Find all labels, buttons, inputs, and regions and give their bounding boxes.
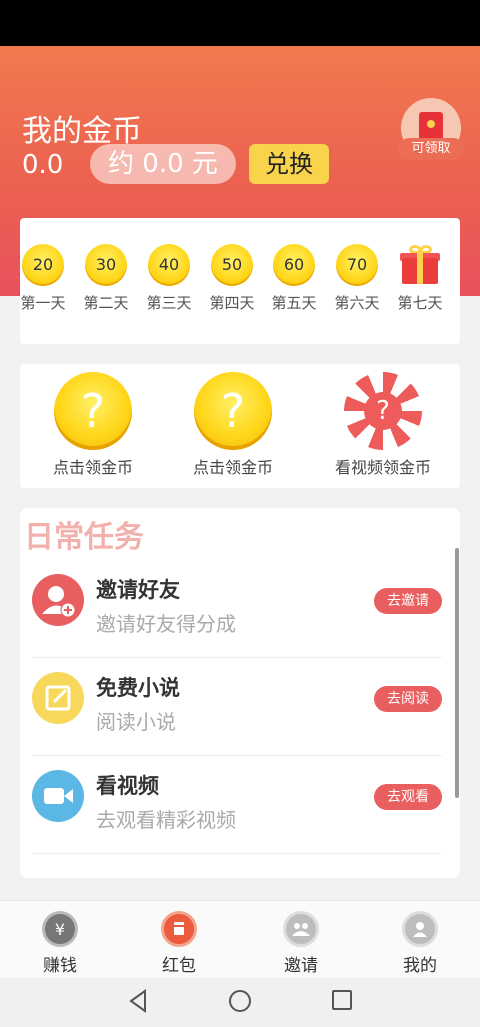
coin-icon: 20 xyxy=(22,244,64,286)
day-label: 第六天 xyxy=(334,294,380,312)
tab-earn[interactable]: ¥ 赚钱 xyxy=(20,911,100,976)
day-label: 第五天 xyxy=(271,294,317,312)
tap-coin-2[interactable]: ? 点击领金币 xyxy=(163,372,303,478)
task-desc: 邀请好友得分成 xyxy=(96,612,236,636)
coin-balance: 0.0 xyxy=(22,150,64,180)
tab-label: 我的 xyxy=(403,956,437,976)
question-coin-icon: ? xyxy=(54,372,132,450)
tab-label: 红包 xyxy=(162,956,196,976)
gift-icon xyxy=(400,244,440,286)
task-desc: 阅读小说 xyxy=(96,710,176,734)
add-user-icon xyxy=(32,574,84,626)
checkin-day-5[interactable]: 60 第五天 xyxy=(264,244,324,313)
yuan-icon: ¥ xyxy=(42,911,78,947)
coin-icon: 70 xyxy=(336,244,378,286)
system-navbar xyxy=(0,978,480,1027)
video-icon xyxy=(32,770,84,822)
status-bar xyxy=(0,0,480,46)
coin-icon: 40 xyxy=(148,244,190,286)
tab-red-packet[interactable]: 红包 xyxy=(139,911,219,976)
checkin-day-4[interactable]: 50 第四天 xyxy=(202,244,262,313)
question-coin-icon: ? xyxy=(194,372,272,450)
checkin-card: 20 第一天 30 第二天 40 第三天 50 第四天 60 第五天 70 第六… xyxy=(20,218,460,344)
checkin-day-2[interactable]: 30 第二天 xyxy=(76,244,136,313)
profile-icon xyxy=(402,911,438,947)
coin-icon: 60 xyxy=(273,244,315,286)
task-novel[interactable]: 免费小说 阅读小说 去阅读 xyxy=(32,658,442,756)
task-desc: 去观看精彩视频 xyxy=(96,808,236,832)
video-coin[interactable]: ? 看视频领金币 xyxy=(313,372,453,478)
home-icon[interactable] xyxy=(229,990,251,1012)
tab-invite[interactable]: 邀请 xyxy=(261,911,341,976)
edit-icon xyxy=(32,672,84,724)
tasks-title: 日常任务 xyxy=(24,520,144,555)
checkin-day-3[interactable]: 40 第三天 xyxy=(139,244,199,313)
tab-label: 邀请 xyxy=(284,956,318,976)
invite-button[interactable]: 去邀请 xyxy=(374,588,442,614)
read-button[interactable]: 去阅读 xyxy=(374,686,442,712)
back-icon[interactable] xyxy=(127,988,149,1018)
day-label: 第四天 xyxy=(209,294,255,312)
coin-label: 看视频领金币 xyxy=(334,458,431,477)
red-packet-icon xyxy=(161,911,197,947)
exchange-button[interactable]: 兑换 xyxy=(249,144,329,184)
question-glyph: ? xyxy=(364,392,402,430)
tap-coin-1[interactable]: ? 点击领金币 xyxy=(23,372,163,478)
coin-label: 点击领金币 xyxy=(192,458,273,477)
cny-value-pill: 约 0.0 元 xyxy=(90,144,236,184)
scrollbar[interactable] xyxy=(455,548,459,798)
checkin-day-7[interactable]: 第七天 xyxy=(390,244,450,313)
checkin-day-1[interactable]: 20 第一天 xyxy=(13,244,73,313)
task-name: 免费小说 xyxy=(96,676,180,700)
coins-card: ? 点击领金币 ? 点击领金币 ? 看视频领金币 xyxy=(20,364,460,488)
coin-icon: 30 xyxy=(85,244,127,286)
recent-apps-icon[interactable] xyxy=(332,990,352,1010)
task-name: 看视频 xyxy=(96,774,159,798)
day-label: 第三天 xyxy=(146,294,192,312)
day-label: 第一天 xyxy=(20,294,66,312)
bottom-tabbar: ¥ 赚钱 红包 邀请 我的 xyxy=(0,900,480,978)
day-label: 第七天 xyxy=(397,294,443,312)
watch-button[interactable]: 去观看 xyxy=(374,784,442,810)
coin-icon: 50 xyxy=(211,244,253,286)
tab-me[interactable]: 我的 xyxy=(380,911,460,976)
coin-label: 点击领金币 xyxy=(52,458,133,477)
task-name: 邀请好友 xyxy=(96,578,180,602)
wheel-icon: ? xyxy=(344,372,422,450)
svg-text:¥: ¥ xyxy=(55,920,65,939)
task-video[interactable]: 看视频 去观看精彩视频 去观看 xyxy=(32,756,442,854)
claim-badge[interactable]: 可领取 xyxy=(398,138,464,160)
group-icon xyxy=(283,911,319,947)
checkin-day-6[interactable]: 70 第六天 xyxy=(327,244,387,313)
daily-tasks-card: 日常任务 邀请好友 邀请好友得分成 去邀请 免费小说 阅读小说 去阅读 看视频 … xyxy=(20,508,460,878)
tab-label: 赚钱 xyxy=(43,956,77,976)
day-label: 第二天 xyxy=(83,294,129,312)
task-invite[interactable]: 邀请好友 邀请好友得分成 去邀请 xyxy=(32,560,442,658)
